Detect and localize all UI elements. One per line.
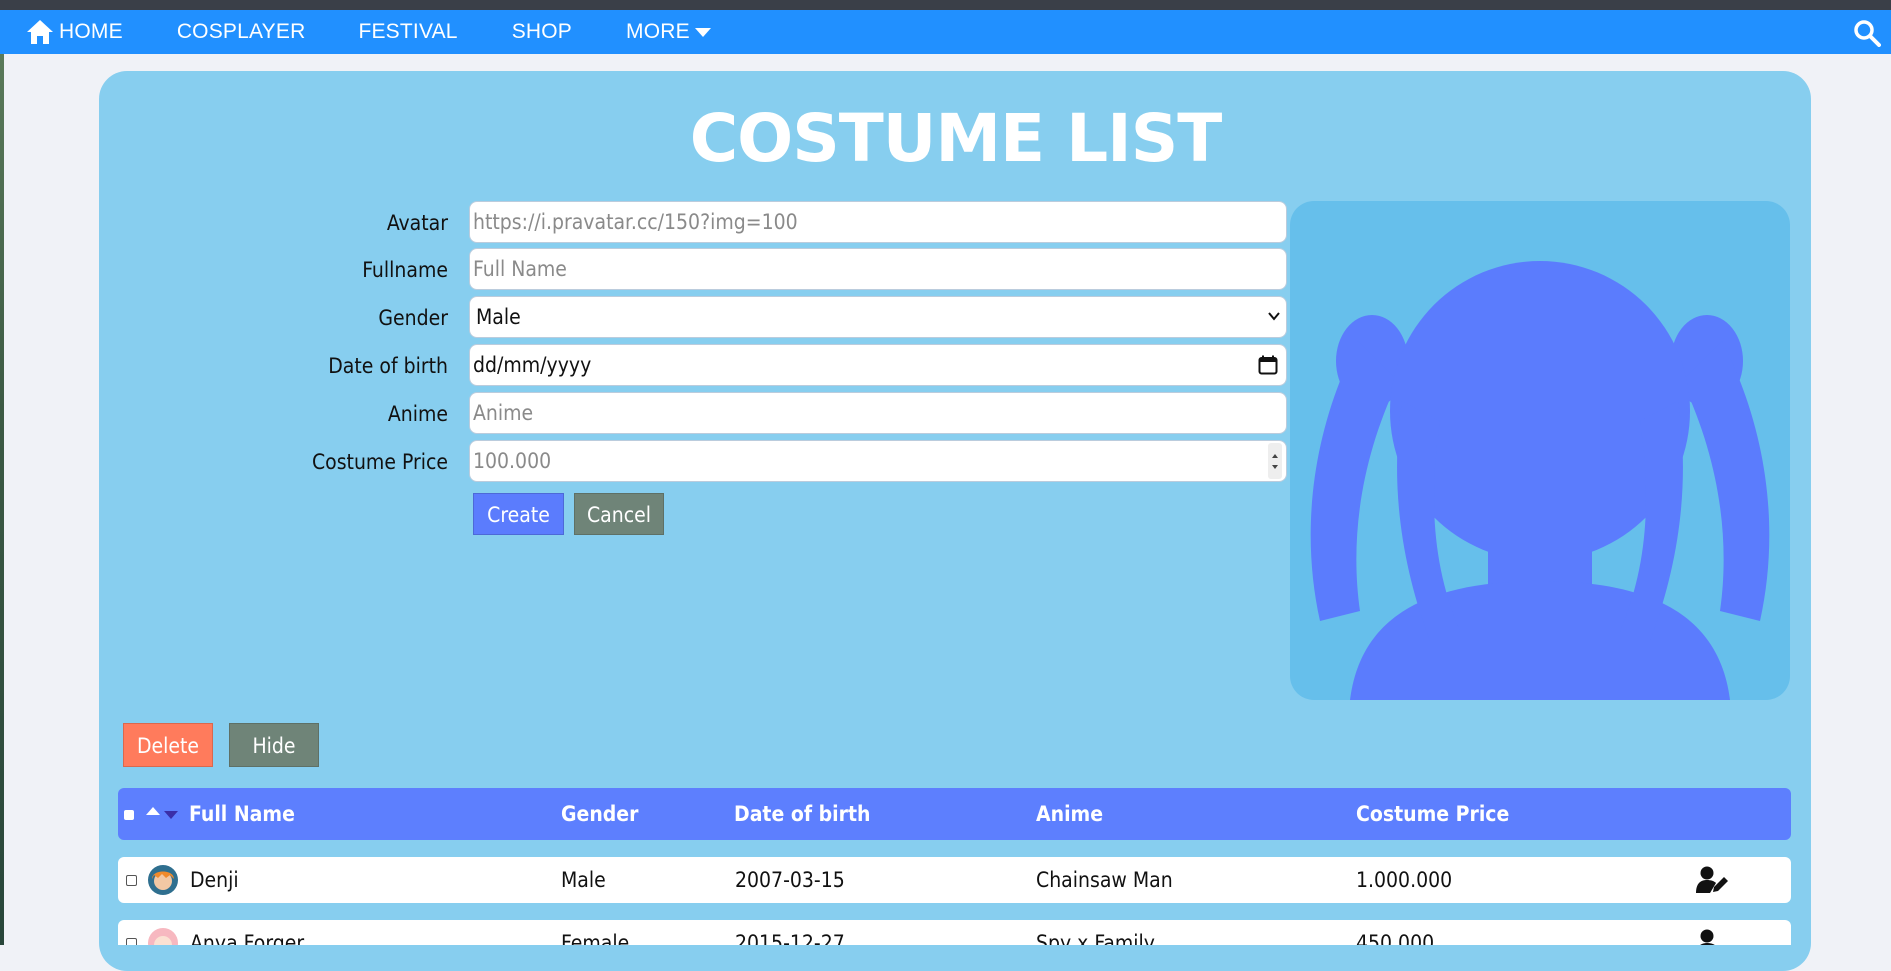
price-label: Costume Price xyxy=(311,450,448,474)
browser-top-strip xyxy=(0,0,1891,10)
column-header-fullname[interactable]: Full Name xyxy=(189,788,295,840)
nav-festival-label: FESTIVAL xyxy=(358,20,458,43)
caret-down-icon xyxy=(694,28,711,37)
nav-home[interactable]: HOME xyxy=(25,10,123,54)
dob-value: dd/mm/yyyy xyxy=(473,353,592,377)
form-row-gender: Gender Male xyxy=(0,296,1290,340)
form-row-price: Costume Price 100.000 xyxy=(0,440,1290,484)
nav-cosplayer-label: COSPLAYER xyxy=(176,20,306,43)
avatar-label: Avatar xyxy=(386,211,448,235)
row-checkbox[interactable] xyxy=(126,875,137,886)
table-row: Denji Male 2007-03-15 Chainsaw Man 1.000… xyxy=(118,857,1791,903)
price-placeholder: 100.000 xyxy=(473,449,552,473)
anime-input[interactable]: Anime xyxy=(469,392,1287,434)
price-input[interactable]: 100.000 xyxy=(469,440,1287,482)
anime-label: Anime xyxy=(387,402,448,426)
cell-price: 450.000 xyxy=(1356,931,1435,945)
select-all-checkbox[interactable] xyxy=(124,810,134,820)
fullname-placeholder: Full Name xyxy=(473,257,567,281)
avatar xyxy=(148,928,178,945)
anime-placeholder: Anime xyxy=(473,401,534,425)
chevron-down-icon xyxy=(1268,312,1280,321)
dob-input[interactable]: dd/mm/yyyy xyxy=(469,344,1287,386)
cell-gender: Female xyxy=(561,931,630,945)
dob-label: Date of birth xyxy=(328,354,448,378)
avatar-preview xyxy=(1290,201,1790,700)
number-spinner[interactable] xyxy=(1268,443,1282,479)
cell-anime: Chainsaw Man xyxy=(1036,868,1173,892)
form-row-avatar: Avatar https://i.pravatar.cc/150?img=100 xyxy=(0,201,1290,245)
table-header: Full Name Gender Date of birth Anime Cos… xyxy=(118,788,1791,840)
nav-more[interactable]: MORE xyxy=(626,10,712,54)
nav-shop[interactable]: SHOP xyxy=(512,10,572,54)
delete-button[interactable]: Delete xyxy=(123,723,213,767)
hide-button[interactable]: Hide xyxy=(229,723,319,767)
avatar-input[interactable]: https://i.pravatar.cc/150?img=100 xyxy=(469,201,1287,243)
row-checkbox[interactable] xyxy=(126,938,137,945)
nav-shop-label: SHOP xyxy=(511,20,573,43)
form-row-anime: Anime Anime xyxy=(0,392,1290,436)
sort-desc-icon[interactable] xyxy=(163,810,179,820)
edit-user-icon[interactable] xyxy=(1696,929,1730,945)
cell-fullname: Denji xyxy=(190,868,239,892)
avatar xyxy=(148,865,178,895)
column-header-gender[interactable]: Gender xyxy=(561,788,638,840)
form-row-fullname: Fullname Full Name xyxy=(0,248,1290,292)
column-header-dob[interactable]: Date of birth xyxy=(734,788,870,840)
cell-dob: 2015-12-27 xyxy=(735,931,845,945)
gender-select[interactable]: Male xyxy=(469,296,1287,338)
nav-cosplayer[interactable]: COSPLAYER xyxy=(177,10,306,54)
cell-price: 1.000.000 xyxy=(1356,868,1453,892)
gender-label: Gender xyxy=(378,306,448,330)
home-icon xyxy=(27,20,53,44)
cell-dob: 2007-03-15 xyxy=(735,868,845,892)
sort-asc-icon[interactable] xyxy=(145,806,161,816)
cell-fullname: Anya Forger xyxy=(190,931,305,945)
cell-gender: Male xyxy=(561,868,606,892)
silhouette-image xyxy=(1310,261,1770,700)
fullname-label: Fullname xyxy=(362,258,448,282)
fullname-input[interactable]: Full Name xyxy=(469,248,1287,290)
gender-value: Male xyxy=(476,305,521,329)
navbar: HOME COSPLAYER FESTIVAL SHOP MORE xyxy=(0,10,1891,54)
search-icon[interactable] xyxy=(1853,19,1881,47)
column-header-anime[interactable]: Anime xyxy=(1036,788,1103,840)
cell-anime: Spy x Family xyxy=(1036,931,1155,945)
calendar-icon[interactable] xyxy=(1258,355,1278,375)
column-header-price[interactable]: Costume Price xyxy=(1356,788,1509,840)
nav-more-label: MORE xyxy=(626,20,690,43)
cancel-button[interactable]: Cancel xyxy=(574,493,664,535)
desktop-edge xyxy=(0,54,4,945)
table-row: Anya Forger Female 2015-12-27 Spy x Fami… xyxy=(118,920,1791,945)
create-button[interactable]: Create xyxy=(473,493,564,535)
nav-home-label: HOME xyxy=(59,20,123,43)
nav-festival[interactable]: FESTIVAL xyxy=(358,10,457,54)
page-title: COSTUME LIST xyxy=(689,100,1223,177)
avatar-placeholder: https://i.pravatar.cc/150?img=100 xyxy=(473,210,798,234)
form-row-dob: Date of birth dd/mm/yyyy xyxy=(0,344,1290,388)
edit-user-icon[interactable] xyxy=(1696,866,1730,894)
